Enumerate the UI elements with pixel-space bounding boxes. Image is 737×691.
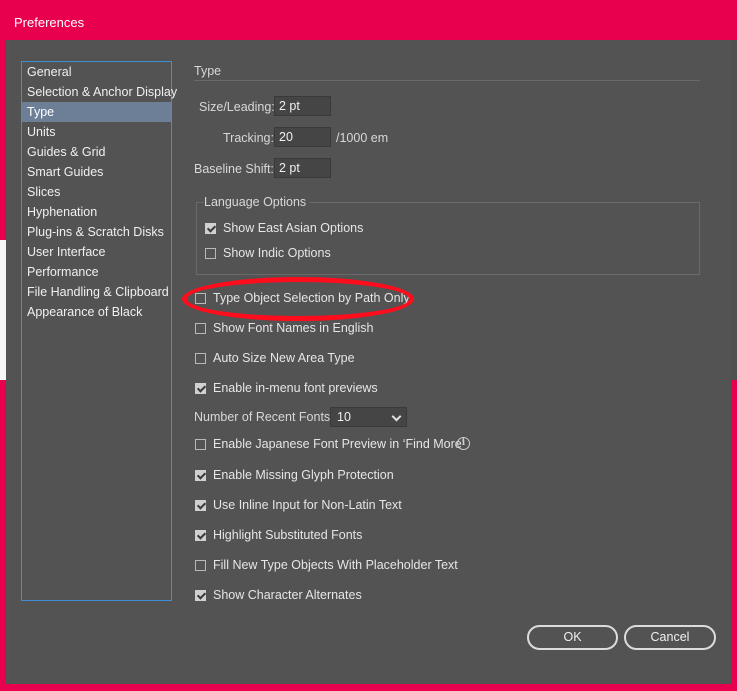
highlight-substituted-fonts-checkbox[interactable]: [195, 529, 206, 541]
placeholder-text-checkbox[interactable]: [195, 559, 206, 571]
size-leading-label: Size/Leading:: [199, 100, 275, 114]
show-east-asian-checkbox[interactable]: [205, 222, 216, 234]
in-menu-font-previews-label: Enable in-menu font previews: [213, 381, 378, 395]
tracking-field[interactable]: 20: [274, 127, 331, 147]
character-alternates-option[interactable]: Show Character Alternates: [195, 586, 362, 604]
recent-fonts-select[interactable]: 10: [330, 407, 407, 427]
placeholder-text-label: Fill New Type Objects With Placeholder T…: [213, 558, 458, 572]
sidebar-item-smart-guides[interactable]: Smart Guides: [22, 162, 171, 182]
sidebar-item-hyphenation[interactable]: Hyphenation: [22, 202, 171, 222]
tracking-unit: /1000 em: [336, 131, 389, 145]
highlight-substituted-fonts-label: Highlight Substituted Fonts: [213, 528, 363, 542]
sidebar-item-guides-grid[interactable]: Guides & Grid: [22, 142, 171, 162]
placeholder-text-option[interactable]: Fill New Type Objects With Placeholder T…: [195, 556, 458, 574]
size-leading-field[interactable]: 2 pt: [274, 96, 331, 116]
section-divider: [194, 80, 700, 81]
type-object-selection-option[interactable]: Type Object Selection by Path Only: [195, 289, 410, 307]
section-title: Type: [194, 64, 222, 78]
type-object-selection-label: Type Object Selection by Path Only: [213, 291, 410, 305]
type-object-selection-checkbox[interactable]: [195, 292, 206, 304]
show-indic-checkbox[interactable]: [205, 247, 216, 259]
background-artwork: [0, 240, 6, 380]
chevron-down-icon: [391, 411, 402, 422]
recent-fonts-value: 10: [337, 410, 351, 424]
auto-size-area-type-label: Auto Size New Area Type: [213, 351, 355, 365]
sidebar-item-file-handling-clipboard[interactable]: File Handling & Clipboard: [22, 282, 171, 302]
info-icon[interactable]: i: [457, 437, 470, 450]
show-font-names-english-label: Show Font Names in English: [213, 321, 374, 335]
missing-glyph-protection-option[interactable]: Enable Missing Glyph Protection: [195, 466, 394, 484]
missing-glyph-protection-label: Enable Missing Glyph Protection: [213, 468, 394, 482]
missing-glyph-protection-checkbox[interactable]: [195, 469, 206, 481]
show-indic-option[interactable]: Show Indic Options: [205, 244, 331, 262]
sidebar-item-selection-anchor-display[interactable]: Selection & Anchor Display: [22, 82, 177, 102]
baseline-shift-field[interactable]: 2 pt: [274, 158, 331, 178]
background-scrollbar: [731, 40, 737, 380]
tracking-label: Tracking:: [223, 131, 274, 145]
highlight-substituted-fonts-option[interactable]: Highlight Substituted Fonts: [195, 526, 362, 544]
character-alternates-checkbox[interactable]: [195, 589, 206, 601]
sidebar-item-slices[interactable]: Slices: [22, 182, 171, 202]
japanese-font-preview-checkbox[interactable]: [195, 438, 206, 450]
inline-input-checkbox[interactable]: [195, 499, 206, 511]
cancel-button[interactable]: Cancel: [624, 625, 716, 650]
inline-input-label: Use Inline Input for Non-Latin Text: [213, 498, 402, 512]
sidebar-item-appearance-of-black[interactable]: Appearance of Black: [22, 302, 171, 322]
language-options-group: [196, 202, 700, 275]
in-menu-font-previews-checkbox[interactable]: [195, 382, 206, 394]
sidebar-item-units[interactable]: Units: [22, 122, 171, 142]
sidebar-item-user-interface[interactable]: User Interface: [22, 242, 171, 262]
title-bar: Preferences: [0, 0, 737, 40]
sidebar-item-general[interactable]: General: [22, 62, 171, 82]
recent-fonts-label: Number of Recent Fonts:: [194, 410, 334, 424]
in-menu-font-previews-option[interactable]: Enable in-menu font previews: [195, 379, 378, 397]
character-alternates-label: Show Character Alternates: [213, 588, 362, 602]
show-font-names-english-checkbox[interactable]: [195, 322, 206, 334]
show-font-names-english-option[interactable]: Show Font Names in English: [195, 319, 374, 337]
language-options-legend: Language Options: [204, 195, 310, 209]
baseline-shift-label: Baseline Shift:: [194, 162, 274, 176]
sidebar-item-type[interactable]: Type: [22, 102, 171, 122]
preferences-sidebar: General Selection & Anchor Display Type …: [21, 61, 177, 601]
sidebar-item-plugins-scratch-disks[interactable]: Plug-ins & Scratch Disks: [22, 222, 171, 242]
japanese-font-preview-label: Enable Japanese Font Preview in ‘Find Mo…: [213, 437, 465, 451]
inline-input-option[interactable]: Use Inline Input for Non-Latin Text: [195, 496, 402, 514]
auto-size-area-type-option[interactable]: Auto Size New Area Type: [195, 349, 355, 367]
ok-button[interactable]: OK: [527, 625, 618, 650]
show-indic-label: Show Indic Options: [223, 246, 331, 260]
show-east-asian-label: Show East Asian Options: [223, 221, 364, 235]
show-east-asian-option[interactable]: Show East Asian Options: [205, 219, 363, 237]
auto-size-area-type-checkbox[interactable]: [195, 352, 206, 364]
window-title: Preferences: [14, 15, 85, 30]
sidebar-item-performance[interactable]: Performance: [22, 262, 171, 282]
japanese-font-preview-option[interactable]: Enable Japanese Font Preview in ‘Find Mo…: [195, 435, 465, 453]
